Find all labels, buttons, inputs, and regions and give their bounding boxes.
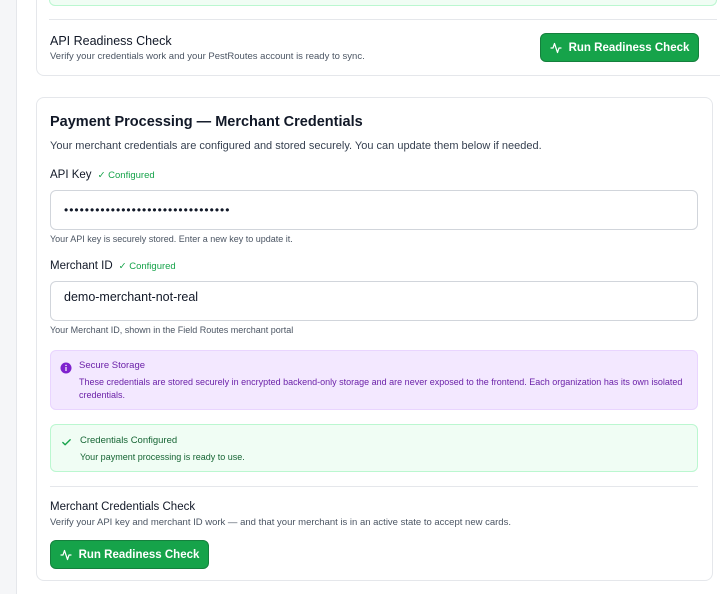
success-alert-partial <box>49 0 717 6</box>
pestroutes-card: API Readiness Check Verify your credenti… <box>36 0 720 76</box>
secure-storage-alert: Secure Storage These credentials are sto… <box>50 350 698 410</box>
info-icon <box>60 362 72 374</box>
merchant-id-input[interactable]: demo-merchant-not-real <box>50 281 698 321</box>
merchant-check-title: Merchant Credentials Check <box>50 501 196 513</box>
api-key-configured-badge: ✓ Configured <box>97 170 155 181</box>
credentials-configured-body: Your payment processing is ready to use. <box>80 452 245 462</box>
run-merchant-readiness-label: Run Readiness Check <box>78 548 200 561</box>
merchant-id-help: Your Merchant ID, shown in the Field Rou… <box>50 325 294 335</box>
merchant-id-label: Merchant ID <box>50 260 113 272</box>
activity-icon <box>549 42 562 53</box>
card-description: Your merchant credentials are configured… <box>50 140 542 152</box>
api-key-input[interactable]: •••••••••••••••••••••••••••••••• <box>50 190 698 230</box>
merchant-id-label-row: Merchant ID ✓ Configured <box>50 260 176 272</box>
run-api-readiness-button[interactable]: Run Readiness Check <box>540 33 699 62</box>
api-key-label-row: API Key ✓ Configured <box>50 169 155 181</box>
api-readiness-title: API Readiness Check <box>50 34 172 48</box>
merchant-check-subtitle: Verify your API key and merchant ID work… <box>50 517 511 528</box>
divider <box>50 486 698 487</box>
secure-storage-title: Secure Storage <box>79 360 146 371</box>
api-key-help: Your API key is securely stored. Enter a… <box>50 234 293 244</box>
run-merchant-readiness-button[interactable]: Run Readiness Check <box>50 540 209 569</box>
api-key-label: API Key <box>50 169 92 181</box>
credentials-configured-title: Credentials Configured <box>80 435 178 446</box>
api-readiness-subtitle: Verify your credentials work and your Pe… <box>50 51 365 62</box>
run-api-readiness-label: Run Readiness Check <box>568 41 690 54</box>
merchant-id-configured-badge: ✓ Configured <box>118 261 176 272</box>
divider <box>49 19 717 20</box>
card-title: Payment Processing — Merchant Credential… <box>50 114 363 130</box>
activity-icon <box>59 549 72 560</box>
merchant-credentials-card: Payment Processing — Merchant Credential… <box>36 97 713 581</box>
settings-content: API Readiness Check Verify your credenti… <box>17 0 720 594</box>
check-icon <box>62 439 71 446</box>
secure-storage-body: These credentials are stored securely in… <box>79 377 683 400</box>
left-rail <box>0 0 17 594</box>
credentials-configured-alert: Credentials Configured Your payment proc… <box>50 424 698 472</box>
